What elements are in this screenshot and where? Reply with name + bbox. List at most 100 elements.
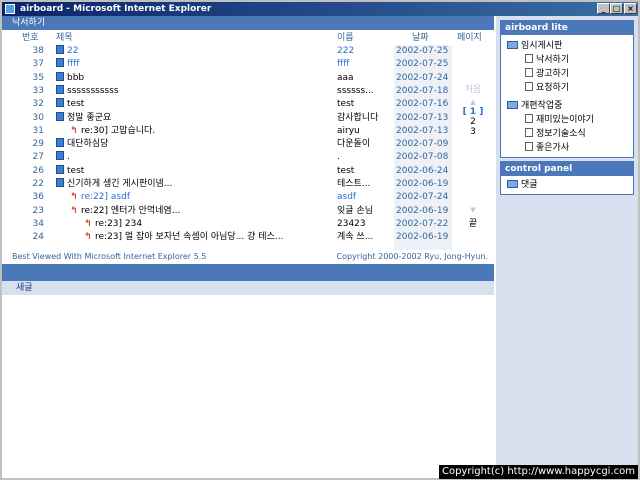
post-subject[interactable]: bbb (56, 71, 334, 84)
new-post-bar[interactable]: 새글 (2, 281, 494, 295)
post-subject[interactable]: test (56, 164, 334, 177)
table-row[interactable]: 30 정말 좋군요 감사합니다 2002-07-13 (2, 111, 494, 124)
document-icon (56, 138, 64, 148)
post-subject[interactable]: ↰ re:23] 234 (56, 218, 362, 230)
new-post-label[interactable]: 새글 (16, 282, 33, 294)
post-date: 2002-07-25 (396, 59, 449, 70)
post-subject[interactable]: 22 (56, 45, 334, 57)
post-subject-text[interactable]: sssssssssss (67, 86, 119, 96)
maximize-button[interactable]: □ (610, 3, 623, 14)
post-author: airyu (337, 125, 360, 136)
table-row[interactable]: 23 ↰ re:22] 엔터가 안먹네염... 잊글 손님 2002-06-19 (2, 205, 494, 217)
best-viewed-text: Best Viewed With Microsoft Internet Expl… (12, 252, 207, 261)
sidebar: airboard lite 임시게시판 낙서하기 광고하기 요청하기 개편작업중… (496, 16, 638, 478)
post-number: 23 (32, 205, 44, 216)
post-subject[interactable]: ↰ re:30] 고맙습니다. (56, 125, 348, 137)
post-subject-text[interactable]: re:23] 234 (95, 219, 142, 229)
reply-icon: ↰ (70, 205, 78, 216)
table-row[interactable]: 33 sssssssssss ssssss... 2002-07-18 (2, 84, 494, 97)
table-row[interactable]: 37 ffff ffff 2002-07-25 (2, 58, 494, 70)
document-icon (56, 164, 64, 174)
table-row[interactable]: 34 ↰ re:23] 234 23423 2002-07-22 (2, 218, 494, 230)
document-icon (56, 111, 64, 121)
table-row[interactable]: 35 bbb aaa 2002-07-24 (2, 71, 494, 84)
post-subject[interactable]: sssssssssss (56, 84, 334, 97)
tree-item-nakseo[interactable]: 낙서하기 (525, 54, 569, 66)
table-row[interactable]: 27.. 2002-07-08 (2, 151, 494, 163)
post-subject-text[interactable]: 22 (67, 46, 78, 56)
post-subject[interactable]: 정말 좋군요 (56, 111, 334, 124)
post-number: 24 (32, 232, 44, 243)
post-subject-text[interactable]: 신기하게 생긴 게시판이넴... (67, 179, 172, 189)
post-subject[interactable]: 대단하심당 (56, 138, 334, 150)
post-author: test (337, 99, 355, 110)
window-title: airboard - Microsoft Internet Explorer (20, 4, 212, 14)
close-button[interactable]: × (624, 3, 637, 14)
tree-item-lyrics[interactable]: 좋은가사 (525, 142, 569, 154)
post-subject-text[interactable]: ffff (67, 59, 79, 69)
page-icon (525, 142, 533, 151)
tree-item-stories[interactable]: 재미있는이야기 (525, 114, 594, 126)
post-number: 35 (32, 72, 44, 83)
post-subject-text[interactable]: 정말 좋군요 (67, 113, 111, 123)
post-subject[interactable]: test (56, 98, 334, 110)
post-subject-text[interactable]: re:22] asdf (81, 192, 130, 202)
folder-open-icon (507, 41, 518, 49)
tree-group-wip[interactable]: 개편작업중 (507, 100, 562, 112)
post-subject[interactable]: ffff (56, 58, 334, 70)
col-author: 이름 (337, 33, 354, 43)
pager-last[interactable]: 끝 (452, 219, 494, 230)
table-row[interactable]: 38 22 222 2002-07-25 (2, 45, 494, 57)
post-subject-text[interactable]: test (67, 166, 84, 176)
post-number: 33 (32, 85, 44, 96)
reply-icon: ↰ (84, 232, 92, 243)
post-author: . (337, 152, 340, 163)
page-icon (525, 54, 533, 63)
post-number: 27 (32, 152, 44, 163)
post-subject[interactable]: 신기하게 생긴 게시판이넴... (56, 178, 334, 190)
panel-title: airboard lite (505, 23, 568, 33)
post-date: 2002-07-13 (396, 112, 449, 123)
pager: 처음 ▲ [ 1 ] 2 3 ▼ 끝 (452, 45, 494, 250)
post-date: 2002-07-18 (396, 85, 449, 96)
page-content: 낙서하기 번호 제목 이름 날짜 페이지 38 22 222 2002-07-25 37… (2, 16, 638, 478)
tree-item-tech[interactable]: 정보기술소식 (525, 128, 586, 140)
col-date: 날짜 (412, 33, 429, 43)
table-row[interactable]: 24 ↰ re:23] 멀 잡아 보자넌 속셈이 아님당... 걍 테스... 계속 … (2, 231, 494, 243)
pager-first[interactable]: 처음 (452, 85, 494, 96)
control-panel-comments[interactable]: 댓글 (507, 179, 538, 191)
page-icon (525, 128, 533, 137)
pager-page-3[interactable]: 3 (452, 127, 494, 138)
post-date: 2002-06-19 (396, 205, 449, 216)
post-subject-text[interactable]: 대단하심당 (67, 139, 108, 149)
post-date: 2002-07-25 (396, 46, 449, 56)
minimize-button[interactable]: _ (597, 3, 610, 14)
post-subject[interactable]: ↰ re:22] 엔터가 안먹네염... (56, 205, 348, 217)
post-subject-text[interactable]: re:30] 고맙습니다. (81, 126, 155, 136)
tree-item-request[interactable]: 요청하기 (525, 82, 569, 94)
post-author: 다운돌이 (337, 139, 371, 150)
post-subject-text[interactable]: re:23] 멀 잡아 보자넌 속셈이 아님당... 걍 테스... (95, 232, 283, 242)
post-author: 계속 쓰... (337, 232, 374, 243)
pager-next-icon[interactable]: ▼ (452, 205, 494, 216)
post-subject-text[interactable]: bbb (67, 73, 84, 83)
airboard-panel: airboard lite 임시게시판 낙서하기 광고하기 요청하기 개편작업중… (500, 20, 634, 158)
table-row[interactable]: 29 대단하심당 다운돌이 2002-07-09 (2, 138, 494, 150)
post-subject-text[interactable]: re:22] 엔터가 안먹네염... (81, 206, 180, 216)
post-subject[interactable]: . (56, 151, 334, 163)
post-subject[interactable]: ↰ re:23] 멀 잡아 보자넌 속셈이 아님당... 걍 테스... (56, 231, 362, 243)
tree-item-ad[interactable]: 광고하기 (525, 68, 569, 80)
post-subject-text[interactable]: test (67, 99, 84, 109)
table-row[interactable]: 31 ↰ re:30] 고맙습니다. airyu 2002-07-13 (2, 125, 494, 137)
tree-group-temp[interactable]: 임시게시판 (507, 40, 562, 52)
post-date: 2002-07-08 (396, 152, 449, 163)
post-subject-text[interactable]: . (67, 152, 70, 162)
table-row[interactable]: 32 test test 2002-07-16 (2, 98, 494, 110)
table-row[interactable]: 36 ↰ re:22] asdf asdf 2002-07-24 (2, 191, 494, 203)
col-num: 번호 (22, 33, 39, 43)
document-icon (56, 98, 64, 108)
table-row[interactable]: 22 신기하게 생긴 게시판이넴... 테스트... 2002-06-19 (2, 178, 494, 190)
post-date: 2002-06-24 (396, 165, 449, 176)
post-subject[interactable]: ↰ re:22] asdf (56, 191, 348, 203)
table-row[interactable]: 26 test test 2002-06-24 (2, 164, 494, 177)
